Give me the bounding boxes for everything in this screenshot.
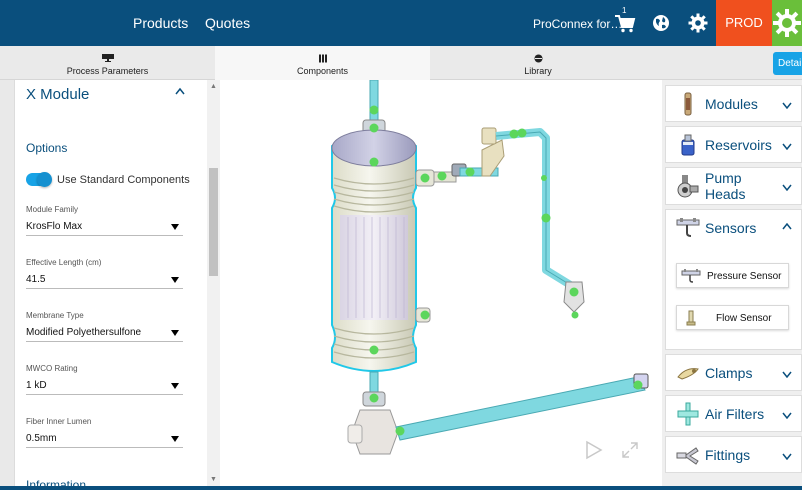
chevron-up-icon [782,223,792,230]
fitting-icon [676,447,699,465]
company-logo [772,0,802,46]
membrane-type-select[interactable]: Modified Polyethersulfone [26,323,183,342]
expand-icon[interactable] [621,441,639,459]
assembly-viewport[interactable] [220,80,662,486]
chevron-down-icon [782,412,792,419]
view-tabs: Process Parameters Components Library [0,46,802,80]
dropdown-arrow-icon [171,436,179,442]
organization-selector[interactable]: ProConnex for… [533,17,622,31]
dropdown-arrow-icon [171,277,179,283]
monitor-icon [101,54,114,62]
play-icon[interactable] [584,440,604,460]
effective-length-label: Effective Length (cm) [26,258,102,267]
mwco-rating-select[interactable]: 1 kD [26,376,183,395]
details-button[interactable]: Detai [773,52,802,75]
reservoir-icon [681,134,695,156]
chevron-down-icon [782,184,792,191]
tab-library[interactable]: Library [430,46,646,80]
bars-icon [318,54,327,63]
category-fittings[interactable]: Fittings [665,436,802,473]
toggle-label: Use Standard Components [57,174,190,186]
scroll-thumb[interactable] [209,168,218,276]
scroll-up-icon[interactable]: ▲ [210,83,217,90]
options-heading: Options [26,141,68,155]
bottom-bar [0,486,802,490]
cart-icon[interactable] [614,12,636,34]
sensor-icon [676,218,700,237]
membrane-type-label: Membrane Type [26,311,84,320]
category-modules[interactable]: Modules [665,85,802,122]
effective-length-select[interactable]: 41.5 [26,270,183,289]
chevron-down-icon [782,143,792,150]
panel-scrollbar[interactable]: ▲ ▼ [207,80,220,486]
chevron-down-icon [782,453,792,460]
properties-panel: X Module Options Use Standard Components… [15,80,207,486]
dropdown-arrow-icon [171,383,179,389]
fiber-inner-lumen-select[interactable]: 0.5mm [26,429,183,448]
module-family-select[interactable]: KrosFlo Max [26,217,183,236]
library-icon [534,54,542,63]
pump-head-icon [677,175,699,198]
chevron-up-icon[interactable] [175,87,185,95]
pressure-sensor-icon [681,269,701,283]
tab-process-parameters[interactable]: Process Parameters [0,46,215,80]
dropdown-arrow-icon [171,330,179,336]
air-filter-icon [677,402,699,426]
clamp-icon [677,368,699,380]
nav-products[interactable]: Products [133,15,188,31]
environment-badge[interactable]: PROD [716,0,772,46]
information-heading: Information [26,478,87,486]
nav-quotes[interactable]: Quotes [205,15,250,31]
scroll-down-icon[interactable]: ▼ [210,476,217,483]
module-icon [684,92,692,116]
dropdown-arrow-icon [171,224,179,230]
standard-components-toggle[interactable] [26,172,52,187]
gear-icon[interactable] [688,13,708,33]
fiber-inner-lumen-label: Fiber Inner Lumen [26,417,92,426]
flow-sensor-button[interactable]: Flow Sensor [676,305,789,330]
component-library-panel: Modules Reservoirs Pump Heads Sensors Pre… [662,80,802,486]
tab-components[interactable]: Components [215,46,430,80]
mwco-rating-label: MWCO Rating [26,364,78,373]
panel-title: X Module [26,86,90,103]
category-reservoirs[interactable]: Reservoirs [665,126,802,163]
left-gutter [0,80,15,490]
top-bar: Products Quotes ProConnex for… 1 PROD [0,0,802,46]
globe-icon[interactable] [652,14,670,32]
category-air-filters[interactable]: Air Filters [665,395,802,432]
chevron-down-icon [782,371,792,378]
pressure-sensor-button[interactable]: Pressure Sensor [676,263,789,288]
category-sensors[interactable]: Sensors Pressure Sensor Flow Sensor [665,209,802,350]
tff-assembly-render [331,80,649,455]
chevron-down-icon [782,102,792,109]
module-family-label: Module Family [26,205,79,214]
category-clamps[interactable]: Clamps [665,354,802,391]
flow-sensor-icon [686,310,696,326]
category-pump-heads[interactable]: Pump Heads [665,167,802,205]
